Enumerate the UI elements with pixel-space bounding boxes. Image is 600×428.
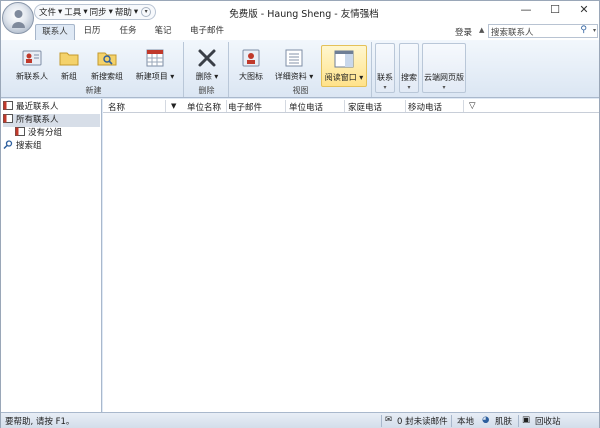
maximize-button[interactable]: ☐ (540, 1, 570, 21)
contact-list: 名称 ▼ 单位名称 电子邮件 单位电话 家庭电话 移动电话 ▽ (103, 99, 599, 412)
tab-tasks[interactable]: 任务 (114, 24, 142, 40)
contact-card-icon (22, 50, 42, 66)
search-icon[interactable]: ⚲ (580, 25, 587, 35)
group-view: 大图标 详细资料 ▾ 阅读窗口 ▾ 视图 (230, 42, 372, 97)
column-header-name[interactable]: 名称 (108, 101, 125, 113)
cloud-web-button[interactable]: 云端网页版 ▾ (422, 43, 466, 93)
new-group-button[interactable]: 新组 (57, 48, 81, 82)
status-bar: 要帮助, 请按 F1。 ✉ 0 封未读邮件 本地 ◕ 肌肤 ▣ 回收站 (1, 412, 599, 428)
nav-item-recent-contacts[interactable]: 最近联系人 (3, 101, 100, 114)
search-folder-icon (97, 52, 117, 66)
window-title: 免费版 - Haung Sheng - 友情强档 (229, 9, 379, 20)
navigation-pane: 最近联系人 所有联系人 没有分组 搜索组 (1, 99, 102, 412)
group-delete-label: 删除 (198, 86, 215, 95)
status-local[interactable]: 本地 (457, 415, 474, 427)
column-header-work-phone[interactable]: 单位电话 (289, 101, 323, 113)
title-bar: 文件 ▾ 工具 ▾ 同步 ▾ 帮助 ▾ ▾ 免费版 - Haung Sheng … (1, 1, 599, 23)
login-link[interactable]: 登录 (455, 26, 472, 38)
contact-card-icon (242, 49, 260, 67)
column-header-mobile-phone[interactable]: 移动电话 (408, 101, 442, 113)
tab-calendar[interactable]: 日历 (78, 24, 106, 40)
tab-notes[interactable]: 笔记 (149, 24, 177, 40)
tab-email[interactable]: 电子邮件 (185, 24, 229, 40)
status-unread-mail[interactable]: 0 封未读邮件 (397, 415, 448, 427)
reading-pane-icon (334, 50, 354, 68)
menu-sync[interactable]: 同步 (89, 6, 108, 18)
nav-item-ungrouped[interactable]: 没有分组 (15, 127, 100, 140)
filter-icon[interactable]: ▽ (469, 101, 476, 111)
chevron-down-icon[interactable]: ▾ (593, 27, 596, 34)
tab-contacts[interactable]: 联系人 (35, 24, 75, 40)
quick-access-toolbar: 文件 ▾ 工具 ▾ 同步 ▾ 帮助 ▾ ▾ (34, 4, 157, 20)
menu-file[interactable]: 文件 (38, 6, 57, 18)
details-list-icon (285, 49, 303, 67)
mail-icon: ✉ (385, 415, 393, 425)
column-header-email[interactable]: 电子邮件 (228, 101, 262, 113)
status-help-text: 要帮助, 请按 F1。 (5, 417, 75, 427)
collapse-ribbon-icon[interactable]: ▲ (479, 26, 484, 34)
minimize-button[interactable]: — (511, 1, 541, 21)
contact-dropdown-button[interactable]: 联系 ▾ (375, 43, 395, 93)
group-new-label: 新建 (85, 86, 102, 95)
sort-arrow-icon[interactable]: ▼ (171, 102, 176, 110)
new-contact-button[interactable]: 新联系人 (13, 48, 51, 82)
status-skin[interactable]: 肌肤 (495, 415, 512, 427)
list-header: 名称 ▼ 单位名称 电子邮件 单位电话 家庭电话 移动电话 ▽ (103, 99, 599, 113)
nav-item-all-contacts[interactable]: 所有联系人 (3, 114, 100, 127)
app-menu-orb[interactable] (2, 2, 34, 34)
large-icons-button[interactable]: 大图标 (236, 48, 266, 82)
group-delete: 删除 ▾ 删除 (185, 42, 229, 97)
customize-qat-icon[interactable]: ▾ (141, 7, 152, 17)
person-silhouette-icon (12, 10, 25, 28)
contact-book-icon (3, 101, 13, 110)
nav-item-search-groups[interactable]: 搜索组 (3, 140, 100, 153)
skin-icon: ◕ (482, 415, 490, 425)
group-new: 新联系人 新组 新搜索组 新建项目 ▾ 新建 (4, 42, 184, 97)
ribbon: 新联系人 新组 新搜索组 新建项目 ▾ 新建 删除 ▾ 删除 大图标 详细资料 … (1, 40, 599, 98)
menu-help[interactable]: 帮助 (114, 6, 133, 18)
search-icon (3, 140, 13, 149)
contact-book-icon (15, 127, 25, 136)
search-dropdown-button[interactable]: 搜索 ▾ (399, 43, 419, 93)
delete-button[interactable]: 删除 ▾ (191, 48, 223, 82)
search-contacts-box[interactable]: 搜索联系人 ⚲ ▾ (488, 24, 598, 38)
recycle-bin-icon: ▣ (522, 415, 531, 425)
folder-icon (59, 52, 79, 66)
search-input[interactable]: 搜索联系人 (491, 26, 534, 38)
new-item-button[interactable]: 新建项目 ▾ (130, 48, 180, 82)
close-button[interactable]: ✕ (569, 1, 599, 21)
status-recycle-bin[interactable]: 回收站 (535, 415, 561, 427)
group-view-label: 视图 (292, 86, 309, 95)
reading-pane-button[interactable]: 阅读窗口 ▾ (321, 45, 367, 87)
menu-tools[interactable]: 工具 (63, 6, 82, 18)
app-window: 文件 ▾ 工具 ▾ 同步 ▾ 帮助 ▾ ▾ 免费版 - Haung Sheng … (0, 0, 600, 428)
column-header-company[interactable]: 单位名称 (187, 101, 221, 113)
new-search-group-button[interactable]: 新搜索组 (88, 48, 126, 82)
column-header-home-phone[interactable]: 家庭电话 (348, 101, 382, 113)
contact-book-icon (3, 114, 13, 123)
calendar-grid-icon (146, 49, 164, 67)
delete-x-icon (198, 49, 216, 67)
details-button[interactable]: 详细资料 ▾ (272, 48, 316, 82)
